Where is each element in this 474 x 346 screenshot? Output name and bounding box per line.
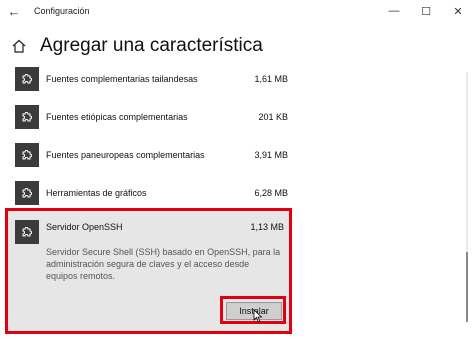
feature-size: 1,13 MB: [250, 222, 284, 232]
feature-size: 6,28 MB: [254, 188, 288, 198]
selected-feature-openssh[interactable]: Servidor OpenSSH 1,13 MB Servidor Secure…: [5, 208, 292, 334]
puzzle-icon: [15, 220, 39, 244]
minimize-button[interactable]: —: [378, 0, 410, 22]
close-button[interactable]: ✕: [442, 0, 474, 22]
cursor-icon: [253, 309, 263, 323]
feature-item[interactable]: Herramientas de gráficos 6,28 MB: [7, 174, 292, 212]
feature-list: Fuentes complementarias tailandesas 1,61…: [7, 60, 292, 212]
feature-size: 3,91 MB: [254, 150, 288, 160]
feature-name: Fuentes complementarias tailandesas: [46, 74, 198, 84]
maximize-button[interactable]: ☐: [410, 0, 442, 22]
minimize-icon: —: [388, 5, 400, 17]
feature-name: Fuentes etiópicas complementarias: [46, 112, 188, 122]
feature-name: Fuentes paneuropeas complementarias: [46, 150, 205, 160]
feature-name: Herramientas de gráficos: [46, 188, 147, 198]
puzzle-icon: [15, 105, 39, 129]
back-button[interactable]: ←: [0, 0, 28, 22]
puzzle-icon: [15, 143, 39, 167]
scrollbar-thumb[interactable]: [466, 252, 468, 322]
page-header: Agregar una característica: [10, 32, 263, 60]
puzzle-icon: [15, 181, 39, 205]
scrollbar[interactable]: [466, 72, 468, 322]
feature-item[interactable]: Fuentes complementarias tailandesas 1,61…: [7, 60, 292, 98]
feature-name: Servidor OpenSSH: [46, 222, 123, 232]
home-icon[interactable]: [10, 37, 28, 55]
title-bar: ← Configuración — ☐ ✕: [0, 0, 474, 22]
close-icon: ✕: [453, 5, 463, 18]
settings-window: ← Configuración — ☐ ✕ Agregar una caract…: [0, 0, 474, 346]
puzzle-icon: [15, 67, 39, 91]
window-controls: — ☐ ✕: [378, 0, 474, 22]
feature-size: 1,61 MB: [254, 74, 288, 84]
feature-item[interactable]: Fuentes etiópicas complementarias 201 KB: [7, 98, 292, 136]
install-highlight: Instalar: [220, 296, 286, 324]
back-arrow-icon: ←: [7, 3, 21, 19]
page-title: Agregar una característica: [40, 35, 263, 56]
feature-size: 201 KB: [258, 112, 288, 122]
app-title: Configuración: [34, 6, 90, 16]
feature-description: Servidor Secure Shell (SSH) basado en Op…: [46, 247, 281, 281]
feature-item[interactable]: Fuentes paneuropeas complementarias 3,91…: [7, 136, 292, 174]
maximize-icon: ☐: [421, 5, 431, 18]
